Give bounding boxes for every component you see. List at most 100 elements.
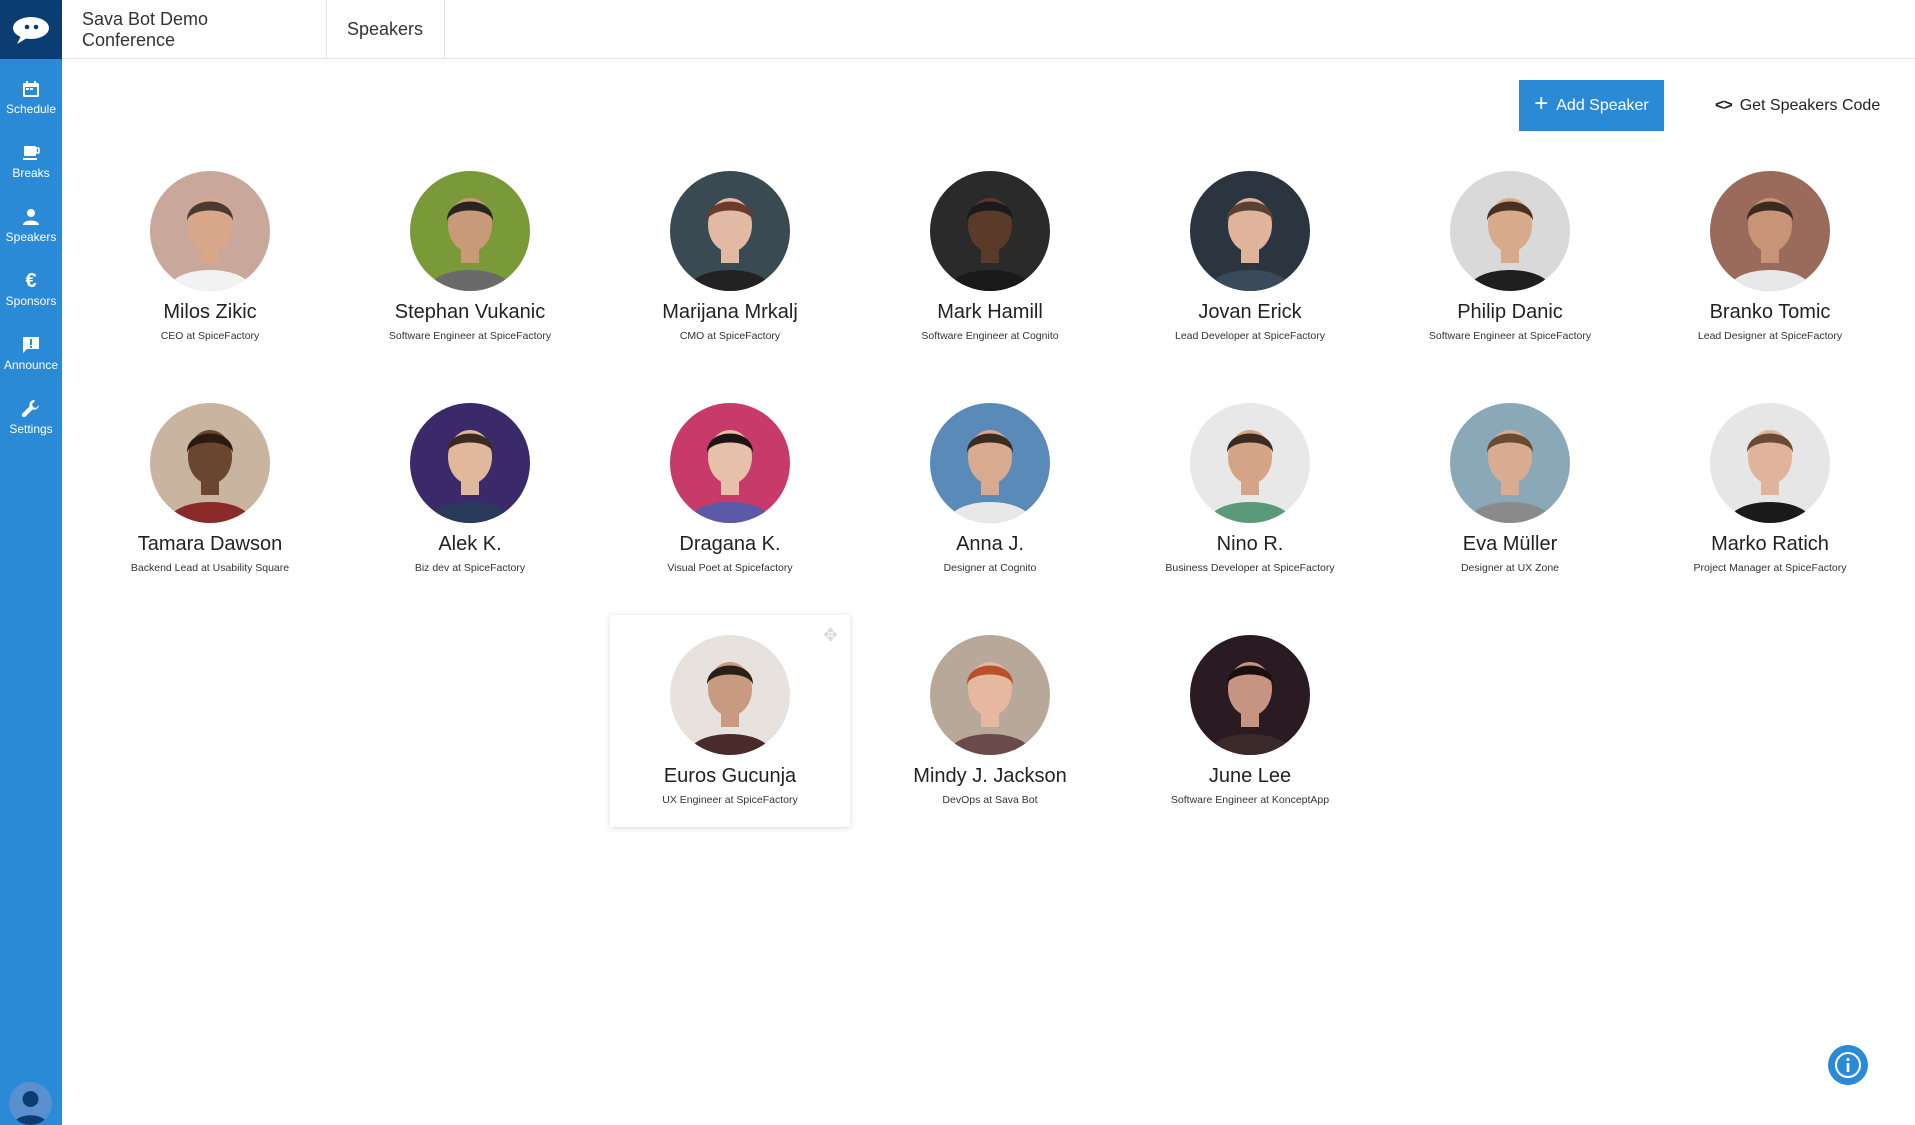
speaker-avatar [150, 403, 270, 523]
chat-bubble-logo-icon [13, 16, 49, 44]
speaker-title: Lead Developer at SpiceFactory [1175, 330, 1325, 342]
sidebar-item-speakers[interactable]: Speakers [0, 200, 62, 264]
speaker-card[interactable]: Stephan Vukanic Software Engineer at Spic… [350, 151, 590, 363]
speaker-card[interactable]: Marijana Mrkalj CMO at SpiceFactory [610, 151, 850, 363]
speaker-avatar [1710, 171, 1830, 291]
speaker-title: Backend Lead at Usability Square [130, 562, 290, 574]
code-icon: <> [1715, 96, 1733, 114]
speaker-title: Designer at Cognito [943, 562, 1037, 574]
speaker-name: Eva Müller [1462, 533, 1558, 555]
speaker-avatar [670, 171, 790, 291]
speaker-title: CMO at SpiceFactory [679, 330, 781, 342]
sidebar-item-label: Breaks [12, 166, 50, 180]
speaker-title: Biz dev at SpiceFactory [414, 562, 526, 574]
breadcrumb-conference[interactable]: Sava Bot Demo Conference [62, 0, 327, 59]
speaker-title: Software Engineer at KonceptApp [1170, 794, 1330, 806]
speaker-card[interactable]: Euros Gucunja UX Engineer at SpiceFactory… [610, 615, 850, 827]
speaker-title: Software Engineer at SpiceFactory [1428, 330, 1592, 342]
drag-move-icon[interactable]: ✥ [823, 625, 838, 646]
speaker-title: Business Developer at SpiceFactory [1165, 562, 1335, 574]
speaker-name: Philip Danic [1457, 301, 1563, 323]
speaker-title: Lead Designer at SpiceFactory [1697, 330, 1843, 342]
speaker-card[interactable]: Marko Ratich Project Manager at SpiceFact… [1650, 383, 1890, 595]
speaker-avatar [1190, 403, 1310, 523]
speaker-card[interactable]: Eva Müller Designer at UX Zone [1390, 383, 1630, 595]
sidebar-item-announce[interactable]: Announce [0, 328, 62, 392]
speaker-card[interactable]: Jovan Erick Lead Developer at SpiceFactor… [1130, 151, 1370, 363]
speaker-name: Mark Hamill [937, 301, 1043, 323]
speaker-title: Designer at UX Zone [1460, 562, 1560, 574]
speaker-title: Software Engineer at SpiceFactory [388, 330, 552, 342]
sava-bot-logo[interactable] [0, 0, 62, 59]
sidebar-item-settings[interactable]: Settings [0, 392, 62, 456]
speaker-avatar [930, 171, 1050, 291]
speaker-card[interactable]: Anna J. Designer at Cognito [870, 383, 1110, 595]
user-avatar-icon [9, 1082, 52, 1125]
speaker-avatar [930, 403, 1050, 523]
top-header: Sava Bot Demo Conference Speakers [62, 0, 1915, 59]
coffee-icon [20, 142, 42, 164]
speaker-card[interactable]: Milos Zikic CEO at SpiceFactory [90, 151, 330, 363]
add-speaker-label: Add Speaker [1556, 96, 1649, 114]
info-icon [1835, 1052, 1861, 1078]
speaker-title: CEO at SpiceFactory [160, 330, 260, 342]
speaker-name: Marko Ratich [1711, 533, 1829, 555]
user-avatar[interactable] [9, 1082, 52, 1125]
speaker-name: Marijana Mrkalj [662, 301, 798, 323]
speaker-name: Mindy J. Jackson [913, 765, 1067, 787]
sidebar-item-label: Schedule [5, 102, 57, 116]
speaker-title: Software Engineer at Cognito [921, 330, 1059, 342]
get-speakers-code-label: Get Speakers Code [1739, 96, 1881, 114]
speaker-avatar [410, 171, 530, 291]
sidebar-item-breaks[interactable]: Breaks [0, 136, 62, 200]
speaker-card[interactable]: Mindy J. Jackson DevOps at Sava Bot [870, 615, 1110, 827]
info-button[interactable] [1828, 1045, 1868, 1085]
speaker-avatar [1450, 403, 1570, 523]
speaker-avatar [670, 635, 790, 755]
speaker-name: Dragana K. [679, 533, 781, 555]
speaker-card[interactable]: June Lee Software Engineer at KonceptApp [1130, 615, 1370, 827]
sidebar-item-label: Settings [9, 422, 53, 436]
speaker-card[interactable]: Branko Tomic Lead Designer at SpiceFactor… [1650, 151, 1890, 363]
speaker-avatar [1450, 171, 1570, 291]
plus-icon: + [1534, 90, 1549, 117]
person-icon [20, 206, 42, 228]
speaker-name: Tamara Dawson [137, 533, 283, 555]
speaker-card[interactable]: Mark Hamill Software Engineer at Cognito [870, 151, 1110, 363]
sidebar-item-sponsors[interactable]: € Sponsors [0, 264, 62, 328]
speaker-card[interactable]: Alek K. Biz dev at SpiceFactory [350, 383, 590, 595]
speaker-name: June Lee [1208, 765, 1292, 787]
get-speakers-code-button[interactable]: <> Get Speakers Code [1715, 80, 1895, 131]
sidebar-item-label: Sponsors [5, 294, 57, 308]
speaker-avatar [1710, 403, 1830, 523]
euro-icon: € [25, 269, 37, 292]
speaker-name: Nino R. [1216, 533, 1284, 555]
sidebar: Schedule Breaks Speakers € Sponsors Anno… [0, 0, 62, 1125]
add-speaker-button[interactable]: + Add Speaker [1519, 80, 1664, 131]
speaker-avatar [1190, 171, 1310, 291]
speaker-card[interactable]: Tamara Dawson Backend Lead at Usability S… [90, 383, 330, 595]
speaker-avatar [670, 403, 790, 523]
breadcrumb-speakers[interactable]: Speakers [327, 0, 445, 59]
announce-icon [20, 334, 42, 356]
speaker-name: Anna J. [956, 533, 1024, 555]
speaker-card[interactable]: Philip Danic Software Engineer at SpiceFa… [1390, 151, 1630, 363]
speaker-title: DevOps at Sava Bot [942, 794, 1038, 806]
sidebar-item-label: Announce [3, 358, 59, 372]
speaker-title: UX Engineer at SpiceFactory [662, 794, 798, 806]
speaker-card[interactable]: Nino R. Business Developer at SpiceFactor… [1130, 383, 1370, 595]
speaker-name: Alek K. [438, 533, 502, 555]
speaker-avatar [150, 171, 270, 291]
speaker-title: Project Manager at SpiceFactory [1693, 562, 1847, 574]
speaker-name: Branko Tomic [1709, 301, 1831, 323]
speaker-card[interactable]: Dragana K. Visual Poet at Spicefactory [610, 383, 850, 595]
calendar-icon [20, 78, 42, 100]
speaker-name: Stephan Vukanic [394, 301, 546, 323]
speaker-avatar [930, 635, 1050, 755]
speaker-title: Visual Poet at Spicefactory [667, 562, 793, 574]
speaker-name: Jovan Erick [1198, 301, 1302, 323]
speaker-avatar [1190, 635, 1310, 755]
sidebar-item-label: Speakers [5, 230, 57, 244]
wrench-icon [20, 398, 42, 420]
sidebar-item-schedule[interactable]: Schedule [0, 72, 62, 136]
